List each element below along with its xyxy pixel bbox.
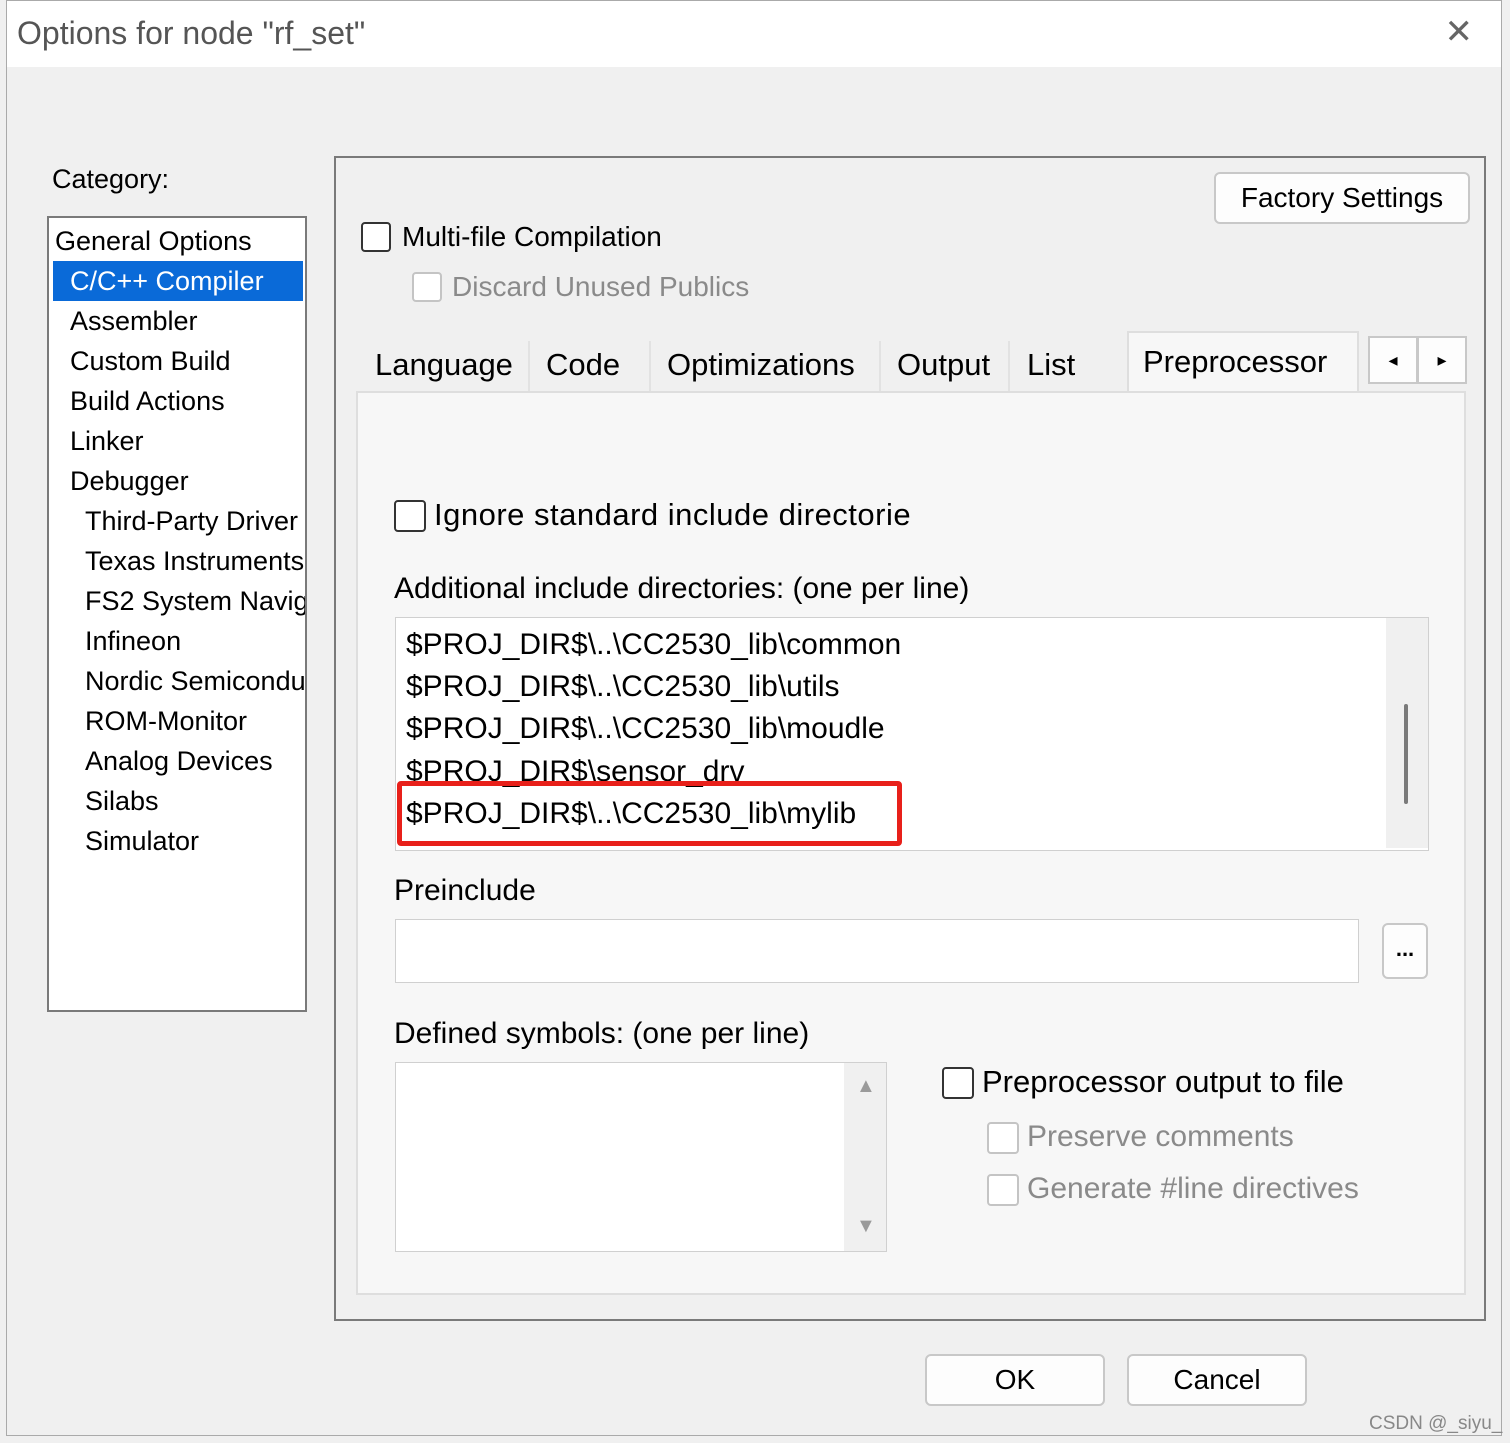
tab-scroll-left-icon[interactable]: ◂	[1368, 336, 1418, 384]
category-item-custom-build[interactable]: Custom Build	[70, 341, 231, 381]
scroll-down-icon[interactable]: ▼	[856, 1215, 876, 1238]
tab-separator	[528, 341, 530, 391]
defined-symbols-label: Defined symbols: (one per line)	[394, 1017, 810, 1050]
tab-preprocessor[interactable]: Preprocessor	[1127, 331, 1359, 393]
include-dir-line: $PROJ_DIR$\..\CC2530_lib\utils	[406, 670, 840, 703]
include-scrollbar[interactable]	[1386, 618, 1428, 848]
ok-button[interactable]: OK	[925, 1354, 1105, 1406]
multifile-compilation-label: Multi-file Compilation	[402, 221, 662, 252]
preinclude-label: Preinclude	[394, 874, 536, 907]
category-item-texas-instruments[interactable]: Texas Instruments	[85, 541, 304, 581]
preinclude-browse-button[interactable]: ...	[1382, 923, 1428, 979]
category-item-fs2-system-navigator[interactable]: FS2 System Navig	[85, 581, 305, 621]
category-item-linker[interactable]: Linker	[70, 421, 144, 461]
additional-include-label: Additional include directories: (one per…	[394, 572, 970, 605]
tab-scroll-right-icon[interactable]: ▸	[1417, 336, 1467, 384]
tab-separator	[1008, 341, 1010, 391]
tab-language[interactable]: Language	[361, 337, 527, 393]
tab-optimizations[interactable]: Optimizations	[653, 337, 869, 393]
category-label: Category:	[52, 164, 170, 194]
cancel-button[interactable]: Cancel	[1127, 1354, 1307, 1406]
ignore-standard-include-checkbox[interactable]	[394, 500, 426, 532]
tab-output[interactable]: Output	[883, 337, 1004, 393]
title-bar: Options for node "rf_set" ✕	[7, 1, 1501, 67]
category-item-third-party-driver[interactable]: Third-Party Driver	[85, 501, 298, 541]
category-item-assembler[interactable]: Assembler	[70, 301, 198, 341]
watermark: CSDN @_siyu_	[1369, 1413, 1503, 1434]
tab-code[interactable]: Code	[532, 337, 634, 393]
tab-separator	[879, 341, 881, 391]
category-item-nordic-semiconductor[interactable]: Nordic Semiconduc	[85, 661, 305, 701]
category-item-build-actions[interactable]: Build Actions	[70, 381, 225, 421]
category-item-silabs[interactable]: Silabs	[85, 781, 159, 821]
category-item-debugger[interactable]: Debugger	[70, 461, 189, 501]
close-icon[interactable]: ✕	[1445, 15, 1474, 49]
preprocessor-output-checkbox[interactable]	[942, 1067, 974, 1099]
defined-symbols-textarea[interactable]: ▲ ▼	[395, 1062, 887, 1252]
preserve-comments-label: Preserve comments	[1027, 1120, 1294, 1153]
category-item-simulator[interactable]: Simulator	[85, 821, 199, 861]
include-dir-line: $PROJ_DIR$\..\CC2530_lib\moudle	[406, 712, 885, 745]
ignore-standard-include-label: Ignore standard include directorie	[434, 497, 912, 532]
preinclude-input[interactable]	[395, 919, 1359, 983]
scroll-up-icon[interactable]: ▲	[856, 1075, 876, 1098]
dialog-title: Options for node "rf_set"	[17, 15, 366, 51]
discard-unused-publics-label: Discard Unused Publics	[452, 271, 750, 302]
factory-settings-button[interactable]: Factory Settings	[1214, 172, 1470, 224]
highlight-box	[397, 781, 902, 846]
discard-unused-publics-checkbox[interactable]	[412, 272, 442, 302]
defined-scrollbar[interactable]: ▲ ▼	[844, 1063, 886, 1251]
category-item-c-compiler[interactable]: C/C++ Compiler	[53, 261, 303, 301]
line-directives-label: Generate #line directives	[1027, 1172, 1359, 1205]
include-scrollbar-thumb[interactable]	[1404, 704, 1408, 804]
category-list[interactable]: General Options C/C++ Compiler Assembler…	[47, 216, 307, 1012]
preprocessor-output-label: Preprocessor output to file	[982, 1064, 1344, 1099]
multifile-compilation-checkbox[interactable]	[361, 222, 391, 252]
category-item-infineon[interactable]: Infineon	[85, 621, 181, 661]
include-dir-line: $PROJ_DIR$\..\CC2530_lib\common	[406, 628, 902, 661]
category-item-general-options[interactable]: General Options	[55, 221, 252, 261]
line-directives-checkbox[interactable]	[987, 1174, 1019, 1206]
category-item-rom-monitor[interactable]: ROM-Monitor	[85, 701, 247, 741]
preserve-comments-checkbox[interactable]	[987, 1122, 1019, 1154]
tab-separator	[649, 341, 651, 391]
tab-list[interactable]: List	[1013, 337, 1089, 393]
options-dialog: Options for node "rf_set" ✕ Category: Ge…	[6, 0, 1502, 1436]
category-item-analog-devices[interactable]: Analog Devices	[85, 741, 273, 781]
